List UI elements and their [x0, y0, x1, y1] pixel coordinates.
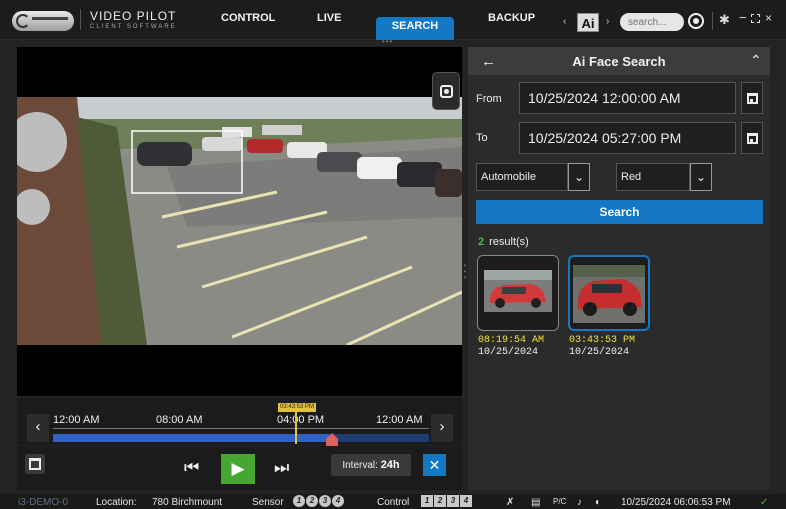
location-label: Location: — [96, 497, 137, 508]
to-calendar-icon[interactable] — [741, 122, 763, 154]
result-image — [484, 270, 552, 312]
panel-title: Ai Face Search — [572, 54, 666, 69]
camera-name: i3-DEMO-0 — [18, 497, 69, 508]
brand-title: VIDEO PILOT — [90, 9, 177, 23]
timeline-prev-icon[interactable]: ‹ — [27, 414, 49, 442]
chevron-up-icon[interactable]: ⌃ — [750, 52, 762, 69]
sensor-channel[interactable]: 3 — [319, 495, 331, 507]
timeline-recording-bar[interactable] — [53, 434, 329, 442]
face-detect-icon[interactable] — [432, 72, 460, 110]
timeline-label: 12:00 AM — [53, 414, 100, 426]
timeline-next-icon[interactable]: › — [431, 414, 453, 442]
chevron-right-icon[interactable]: › — [606, 16, 609, 27]
tab-control[interactable]: CONTROL — [221, 12, 275, 24]
tab-live[interactable]: LIVE — [317, 12, 341, 24]
top-bar: VIDEO PILOT CLIENT SOFTWARE CONTROL LIVE… — [0, 0, 786, 46]
control-label: Control — [377, 497, 410, 508]
skip-back-icon[interactable]: ⏮ — [184, 458, 199, 478]
results-summary: 2 result(s) — [478, 236, 529, 248]
divider — [712, 12, 713, 30]
camera-frame — [17, 97, 462, 345]
brand-subtitle: CLIENT SOFTWARE — [90, 24, 177, 30]
control-channel[interactable]: 1 — [421, 495, 433, 507]
control-channel[interactable]: 4 — [460, 495, 472, 507]
skip-forward-icon[interactable]: ⏭ — [274, 458, 289, 478]
sensor-label: Sensor — [252, 497, 284, 508]
interval-label: Interval: — [342, 460, 378, 471]
search-input[interactable] — [620, 13, 684, 31]
timeline-label: 12:00 AM — [376, 414, 423, 426]
play-button[interactable]: ▶ — [221, 454, 255, 484]
sensor-channel[interactable]: 1 — [293, 495, 305, 507]
timeline-cursor-time: 03:43:53 PM — [278, 403, 317, 412]
control-channel[interactable]: 3 — [447, 495, 459, 507]
result-date: 10/25/2024 — [569, 347, 630, 358]
timeline-ruler — [53, 428, 429, 431]
from-datetime-input[interactable]: 10/25/2024 12:00:00 AM — [519, 82, 736, 114]
maximize-icon[interactable] — [751, 14, 760, 23]
from-label: From — [476, 93, 502, 105]
result-thumbnail[interactable] — [477, 255, 559, 331]
timeline-cursor[interactable] — [295, 410, 297, 444]
audio-icon[interactable]: ♪ — [577, 497, 582, 508]
result-time: 03:43:53 PM — [569, 335, 636, 346]
mic-off-icon[interactable]: ✗ — [506, 497, 514, 508]
tab-backup[interactable]: BACKUP — [488, 12, 535, 24]
calendar-icon[interactable] — [25, 454, 45, 474]
sensor-channel[interactable]: 4 — [332, 495, 344, 507]
color-select[interactable]: Red — [616, 163, 690, 191]
result-date: 10/25/2024 — [478, 347, 539, 358]
to-label: To — [476, 132, 488, 144]
object-type-select[interactable]: Automobile — [476, 163, 568, 191]
sensor-channels: 1234 — [293, 495, 345, 507]
timeline-label: 04:00 PM — [277, 414, 325, 426]
interval-value: 24h — [380, 459, 400, 471]
search-button[interactable]: Search — [476, 200, 763, 224]
chevron-left-icon[interactable]: ‹ — [563, 16, 566, 27]
control-channel[interactable]: 2 — [434, 495, 446, 507]
status-bar: i3-DEMO-0 Location: 780 Birchmount Senso… — [0, 494, 786, 509]
results-label: result(s) — [489, 236, 529, 248]
monitor-icon[interactable]: ▤ — [531, 497, 540, 508]
brand-logo — [12, 11, 74, 31]
video-viewport[interactable] — [17, 47, 462, 396]
control-channels: 1234 — [421, 495, 473, 507]
location-value: 780 Birchmount — [152, 497, 223, 508]
close-timeline-icon[interactable]: ✕ — [423, 454, 446, 476]
sensor-channel[interactable]: 2 — [306, 495, 318, 507]
speaker-icon[interactable]: ◐ — [595, 497, 601, 508]
from-calendar-icon[interactable] — [741, 82, 763, 114]
brand: VIDEO PILOT CLIENT SOFTWARE — [80, 9, 177, 30]
result-time: 08:19:54 AM — [478, 335, 545, 346]
result-image — [573, 265, 645, 323]
results-count: 2 — [478, 236, 485, 248]
close-icon[interactable]: × — [765, 11, 772, 25]
interval-button[interactable]: Interval: 24h — [331, 454, 411, 476]
ai-button[interactable]: Ai — [577, 13, 599, 32]
connection-icon: ✓ — [760, 497, 769, 508]
camera-image — [17, 97, 462, 345]
gear-icon[interactable]: ✱ — [719, 12, 730, 28]
to-datetime-input[interactable]: 10/25/2024 05:27:00 PM — [519, 122, 736, 154]
chevron-down-icon[interactable]: ⌄ — [568, 163, 590, 191]
drag-handle-icon[interactable]: ••• — [382, 38, 404, 46]
chevron-down-icon[interactable]: ⌄ — [690, 163, 712, 191]
datetime: 10/25/2024 06:06:53 PM — [621, 497, 731, 508]
target-icon[interactable] — [688, 13, 704, 29]
minimize-icon[interactable]: − — [739, 10, 747, 25]
timeline-label: 08:00 AM — [156, 414, 203, 426]
ptz-label: P/C — [553, 497, 567, 506]
result-thumbnail-selected[interactable] — [568, 255, 650, 331]
